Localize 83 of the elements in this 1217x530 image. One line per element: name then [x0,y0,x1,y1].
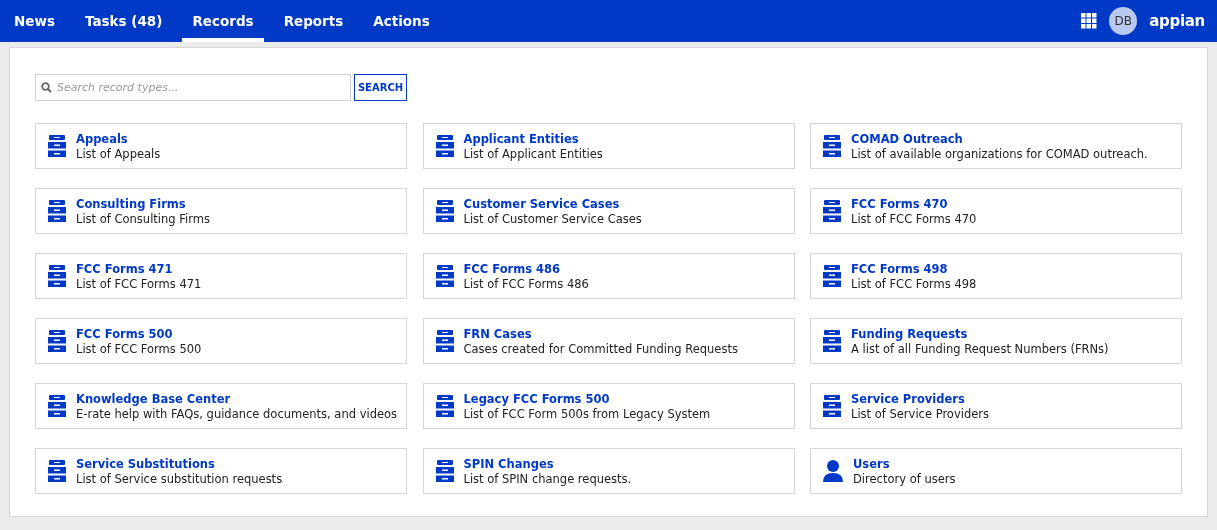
record-card[interactable]: Funding Requests A list of all Funding Request Numbers (FRNs) [810,318,1182,364]
record-description: List of FCC Forms 486 [463,276,589,291]
record-description: List of available organizations for COMAD outreach. [851,146,1148,161]
file-cabinet-icon [48,330,66,352]
record-card[interactable]: FCC Forms 471 List of FCC Forms 471 [35,253,407,299]
record-title-link[interactable]: Consulting Firms [76,196,210,211]
file-cabinet-icon [435,395,454,417]
file-cabinet-icon [823,200,841,222]
nav-tab[interactable]: Tasks (48) [74,0,173,42]
file-cabinet-icon [823,330,841,352]
record-title-link[interactable]: FCC Forms 471 [76,261,202,276]
record-card[interactable]: Applicant Entities List of Applicant Entities [422,123,795,169]
record-card[interactable]: Appeals List of Appeals [35,123,407,169]
record-description: List of FCC Forms 500 [76,341,202,356]
record-card[interactable]: FCC Forms 486 List of FCC Forms 486 [422,253,795,299]
record-title-link[interactable]: Knowledge Base Center [76,391,398,406]
file-cabinet-icon [823,135,841,157]
record-title-link[interactable]: FCC Forms 498 [851,261,977,276]
record-card[interactable]: Consulting Firms List of Consulting Firms [35,188,407,234]
record-description: List of SPIN change requests. [463,471,632,486]
file-cabinet-icon [48,265,66,287]
record-description: List of Appeals [76,146,161,161]
file-cabinet-icon [435,135,454,157]
record-card[interactable]: Legacy FCC Forms 500 List of FCC Form 500s from Legacy System [422,383,795,429]
record-description: List of FCC Forms 470 [851,211,977,226]
record-description: List of FCC Form 500s from Legacy System [463,406,711,421]
record-card[interactable]: Service Providers List of Service Providers [810,383,1182,429]
record-card[interactable]: Service Substitutions List of Service substitution requests [35,448,407,494]
record-card[interactable]: Knowledge Base Center E-rate help with FAQs, guidance documents, and videos [35,383,407,429]
record-description: List of FCC Forms 471 [76,276,202,291]
record-description: List of Applicant Entities [463,146,603,161]
record-card[interactable]: FCC Forms 470 List of FCC Forms 470 [810,188,1182,234]
file-cabinet-icon [435,330,454,352]
record-title-link[interactable]: Service Providers [851,391,989,406]
record-title-link[interactable]: Applicant Entities [463,131,603,146]
record-card[interactable]: FCC Forms 498 List of FCC Forms 498 [810,253,1182,299]
record-title-link[interactable]: Users [853,456,956,471]
record-description: E-rate help with FAQs, guidance documents, and videos [76,406,398,421]
file-cabinet-icon [823,395,841,417]
file-cabinet-icon [48,460,66,482]
file-cabinet-icon [435,460,454,482]
record-card[interactable]: COMAD Outreach List of available organizations for COMAD outreach. [810,123,1182,169]
file-cabinet-icon [435,265,454,287]
record-description: Directory of users [853,471,956,486]
record-card[interactable]: SPIN Changes List of SPIN change requests. [422,448,795,494]
record-title-link[interactable]: Legacy FCC Forms 500 [463,391,711,406]
user-icon [823,460,843,482]
record-title-link[interactable]: FRN Cases [463,326,738,341]
file-cabinet-icon [48,200,66,222]
record-description: List of FCC Forms 498 [851,276,977,291]
record-card[interactable]: FCC Forms 500 List of FCC Forms 500 [35,318,407,364]
record-title-link[interactable]: FCC Forms 486 [463,261,589,276]
nav-tab[interactable]: News [4,0,65,42]
search-button[interactable]: SEARCH [354,74,407,101]
record-title-link[interactable]: Appeals [76,131,161,146]
record-description: List of Service substitution requests [76,471,283,486]
file-cabinet-icon [48,395,66,417]
record-description: List of Consulting Firms [76,211,210,226]
record-description: List of Customer Service Cases [463,211,642,226]
record-title-link[interactable]: Service Substitutions [76,456,283,471]
record-title-link[interactable]: SPIN Changes [463,456,632,471]
record-description: List of Service Providers [851,406,989,421]
app-grid-icon[interactable] [1081,13,1098,29]
nav-tab[interactable]: Records [182,0,264,42]
record-description: Cases created for Committed Funding Requests [463,341,738,356]
record-title-link[interactable]: Customer Service Cases [463,196,642,211]
file-cabinet-icon [435,200,454,222]
record-card[interactable]: Users Directory of users [810,448,1182,494]
record-title-link[interactable]: FCC Forms 500 [76,326,202,341]
nav-tab[interactable]: Reports [273,0,354,42]
file-cabinet-icon [823,265,841,287]
search-icon [41,82,52,93]
record-title-link[interactable]: COMAD Outreach [851,131,1148,146]
record-card[interactable]: Customer Service Cases List of Customer Service Cases [422,188,795,234]
file-cabinet-icon [48,135,66,157]
logo[interactable]: appian [1149,12,1205,30]
record-card[interactable]: FRN Cases Cases created for Committed Funding Requests [422,318,795,364]
search-field[interactable]: Search record types... [35,74,351,101]
nav-tab[interactable]: Actions [363,0,440,42]
record-description: A list of all Funding Request Numbers (FRNs) [851,341,1109,356]
record-title-link[interactable]: FCC Forms 470 [851,196,977,211]
user-avatar[interactable]: DB [1109,7,1138,35]
record-title-link[interactable]: Funding Requests [851,326,1109,341]
